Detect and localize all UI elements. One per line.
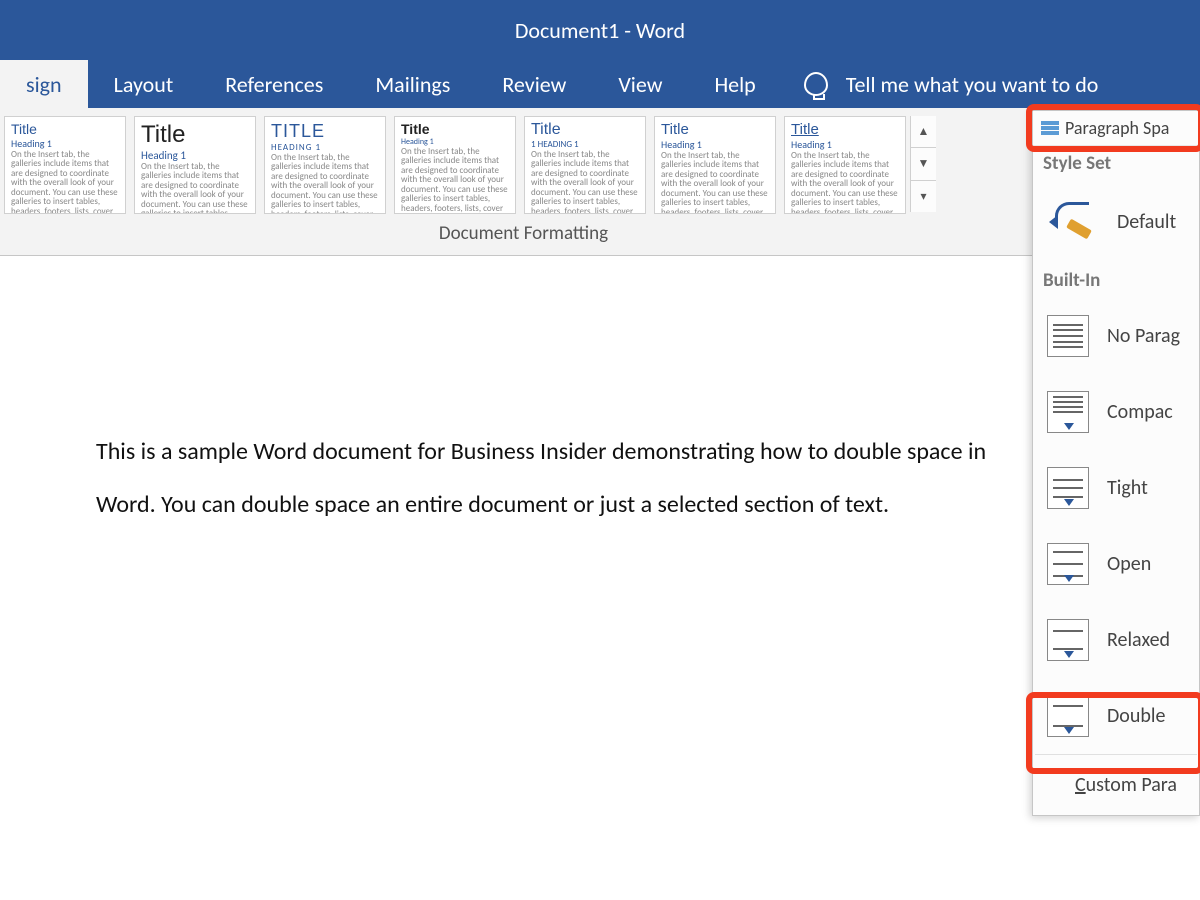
reset-icon bbox=[1047, 198, 1099, 246]
spacing-option-compact[interactable]: Compac bbox=[1033, 374, 1199, 450]
paragraph-spacing-icon bbox=[1041, 121, 1059, 135]
spacing-option-label: Relaxed bbox=[1107, 628, 1170, 652]
spacing-option-label: Open bbox=[1107, 552, 1151, 576]
paragraph-spacing-dropdown: Paragraph Spa Style Set Default Built-In… bbox=[1032, 110, 1200, 816]
style-thumb-6[interactable]: Title Heading 1 On the Insert tab, the g… bbox=[784, 116, 906, 214]
style-thumb-title: Title bbox=[141, 121, 249, 149]
tell-me-label: Tell me what you want to do bbox=[846, 71, 1099, 98]
gallery-expand-icon[interactable]: ▾ bbox=[911, 181, 936, 212]
spacing-option-label: ustom Para bbox=[1086, 773, 1177, 797]
spacing-option-label: Default bbox=[1117, 210, 1176, 234]
style-thumb-body: On the Insert tab, the galleries include… bbox=[141, 162, 249, 214]
dropdown-section-built-in: Built-In bbox=[1033, 263, 1199, 298]
style-thumb-5[interactable]: Title Heading 1 On the Insert tab, the g… bbox=[654, 116, 776, 214]
gallery-scroll-down-icon[interactable]: ▼ bbox=[911, 148, 936, 180]
style-thumb-body: On the Insert tab, the galleries include… bbox=[11, 150, 119, 214]
spacing-option-relaxed[interactable]: Relaxed bbox=[1033, 602, 1199, 678]
style-thumb-title: Title bbox=[791, 121, 899, 138]
spacing-icon-compact bbox=[1047, 391, 1089, 433]
tab-review[interactable]: Review bbox=[476, 60, 592, 108]
spacing-icon-relaxed bbox=[1047, 619, 1089, 661]
tab-design[interactable]: sign bbox=[0, 60, 88, 108]
style-thumb-1[interactable]: Title Heading 1 On the Insert tab, the g… bbox=[134, 116, 256, 214]
style-thumb-body: On the Insert tab, the galleries include… bbox=[791, 151, 899, 214]
style-thumb-body: On the Insert tab, the galleries include… bbox=[531, 150, 639, 214]
document-page[interactable]: This is a sample Word document for Busin… bbox=[0, 256, 1200, 900]
style-thumb-2[interactable]: TITLE HEADING 1 On the Insert tab, the g… bbox=[264, 116, 386, 214]
group-label-document-formatting: Document Formatting bbox=[0, 216, 1047, 249]
spacing-option-double[interactable]: Double bbox=[1033, 678, 1199, 754]
tab-layout[interactable]: Layout bbox=[88, 60, 200, 108]
spacing-icon-none bbox=[1047, 315, 1089, 357]
dropdown-section-style-set: Style Set bbox=[1033, 146, 1199, 181]
style-thumb-title: Title bbox=[661, 121, 769, 138]
spacing-option-no-paragraph[interactable]: No Parag bbox=[1033, 298, 1199, 374]
tab-view[interactable]: View bbox=[592, 60, 688, 108]
spacing-option-label: No Parag bbox=[1107, 324, 1180, 348]
spacing-option-open[interactable]: Open bbox=[1033, 526, 1199, 602]
document-formatting-group: Title Heading 1 On the Insert tab, the g… bbox=[0, 108, 1047, 255]
style-thumb-3[interactable]: Title Heading 1 On the Insert tab, the g… bbox=[394, 116, 516, 214]
gallery-scroll-up-icon[interactable]: ▲ bbox=[911, 116, 936, 148]
tell-me-search[interactable]: Tell me what you want to do bbox=[782, 60, 1099, 108]
spacing-option-tight[interactable]: Tight bbox=[1033, 450, 1199, 526]
title-bar: Document1 - Word bbox=[0, 0, 1200, 60]
lightbulb-icon bbox=[804, 72, 828, 96]
spacing-option-custom[interactable]: Custom Para bbox=[1033, 755, 1199, 815]
style-thumb-title: Title bbox=[11, 121, 119, 137]
style-thumb-4[interactable]: Title 1 HEADING 1 On the Insert tab, the… bbox=[524, 116, 646, 214]
style-thumb-title: Title bbox=[531, 121, 639, 139]
style-thumb-body: On the Insert tab, the galleries include… bbox=[401, 147, 509, 214]
style-thumb-0[interactable]: Title Heading 1 On the Insert tab, the g… bbox=[4, 116, 126, 214]
spacing-icon-tight bbox=[1047, 467, 1089, 509]
tab-help[interactable]: Help bbox=[688, 60, 781, 108]
ribbon-tabs: sign Layout References Mailings Review V… bbox=[0, 60, 1200, 108]
style-thumb-title: Title bbox=[401, 121, 509, 137]
spacing-option-label: Tight bbox=[1107, 476, 1148, 500]
style-set-gallery: Title Heading 1 On the Insert tab, the g… bbox=[0, 114, 1047, 216]
style-thumb-title: TITLE bbox=[271, 121, 379, 142]
paragraph-spacing-header[interactable]: Paragraph Spa bbox=[1033, 111, 1199, 146]
tab-references[interactable]: References bbox=[199, 60, 349, 108]
gallery-scroll: ▲ ▼ ▾ bbox=[910, 116, 936, 212]
spacing-icon-double bbox=[1047, 695, 1089, 737]
spacing-option-default[interactable]: Default bbox=[1033, 181, 1199, 263]
tab-mailings[interactable]: Mailings bbox=[349, 60, 476, 108]
window-title: Document1 - Word bbox=[515, 17, 685, 44]
spacing-icon-open bbox=[1047, 543, 1089, 585]
style-thumb-body: On the Insert tab, the galleries include… bbox=[661, 151, 769, 214]
spacing-option-label: Compac bbox=[1107, 400, 1173, 424]
ribbon-body: Title Heading 1 On the Insert tab, the g… bbox=[0, 108, 1200, 256]
spacing-option-label: Double bbox=[1107, 704, 1165, 728]
style-thumb-body: On the Insert tab, the galleries include… bbox=[271, 153, 379, 214]
paragraph-spacing-label: Paragraph Spa bbox=[1065, 117, 1169, 139]
